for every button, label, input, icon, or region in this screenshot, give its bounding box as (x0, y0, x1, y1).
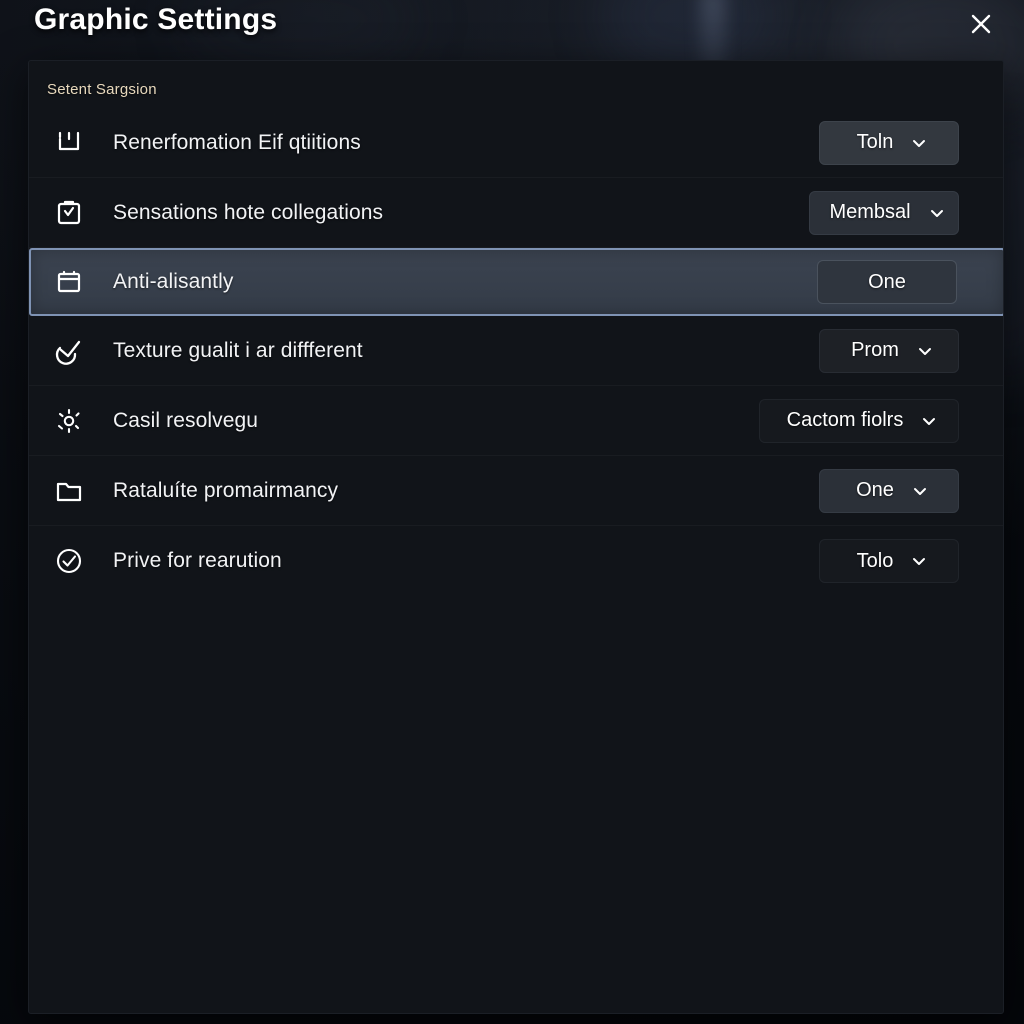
settings-row-label: Anti-alisantly (113, 270, 234, 293)
settings-row-dropdown[interactable]: Tolo (819, 539, 959, 583)
settings-row[interactable]: Renerfomation Eif qtiitions Toln (29, 108, 1003, 178)
settings-row[interactable]: Casil resolvegu Cactom fiolrs (29, 386, 1003, 456)
dropdown-value: Toln (856, 131, 894, 153)
check-circle-icon (47, 539, 91, 583)
settings-row-label: Texture gualit i ar diffferent (113, 338, 363, 362)
settings-row-list: Renerfomation Eif qtiitions Toln Sensati… (29, 108, 1003, 596)
chevron-down-icon (917, 343, 933, 359)
chevron-down-icon (912, 483, 928, 499)
chevron-down-icon (929, 205, 945, 221)
settings-row-dropdown[interactable]: Cactom fiolrs (759, 398, 959, 443)
settings-row-label: Rataluíte promairmancy (113, 478, 339, 502)
settings-row-label: Sensations hote collegations (113, 200, 384, 224)
settings-row-dropdown[interactable]: Toln (819, 120, 959, 165)
settings-row-dropdown[interactable]: Prom (819, 328, 959, 373)
close-icon (969, 12, 993, 36)
page-title: Graphic Settings (34, 3, 278, 36)
settings-panel: Setent Sargsion Renerfomation Eif qtiiti… (28, 60, 1004, 1014)
settings-dialog-root: Graphic Settings Setent Sargsion Renerfo… (0, 0, 1024, 1024)
section-header: Setent Sargsion (47, 81, 157, 98)
chevron-down-icon (921, 413, 937, 429)
clipboard-check-icon (47, 191, 91, 235)
settings-row-dropdown[interactable]: One (819, 468, 959, 513)
settings-row-selected[interactable]: Anti-alisantly One (29, 248, 1003, 316)
folder-icon (47, 469, 91, 513)
settings-row-dropdown[interactable]: Membsal (809, 190, 959, 235)
settings-row[interactable]: Texture gualit i ar diffferent Prom (29, 316, 1003, 386)
dropdown-value: Cactom fiolrs (786, 409, 904, 431)
dropdown-value: One (868, 270, 906, 293)
close-button[interactable] (964, 7, 998, 41)
settings-row-label: Renerfomation Eif qtiitions (113, 130, 361, 154)
dropdown-value: Membsal (829, 201, 911, 223)
dropdown-value: Tolo (856, 549, 894, 572)
chevron-down-icon (911, 135, 927, 151)
settings-row-dropdown[interactable]: One (817, 260, 957, 304)
check-swoosh-icon (47, 329, 91, 373)
tray-bracket-icon (47, 121, 91, 165)
settings-row[interactable]: Sensations hote collegations Membsal (29, 178, 1003, 248)
dropdown-value: Prom (851, 339, 899, 361)
settings-row[interactable]: Rataluíte promairmancy One (29, 456, 1003, 526)
dropdown-value: One (856, 479, 894, 501)
settings-row[interactable]: Prive for rearution Tolo (29, 526, 1003, 596)
brightness-icon (47, 399, 91, 443)
settings-row-label: Prive for rearution (113, 549, 282, 572)
dialog-titlebar: Graphic Settings (0, 0, 1024, 60)
calendar-icon (47, 260, 91, 304)
chevron-down-icon (911, 553, 927, 569)
settings-row-label: Casil resolvegu (113, 408, 259, 432)
